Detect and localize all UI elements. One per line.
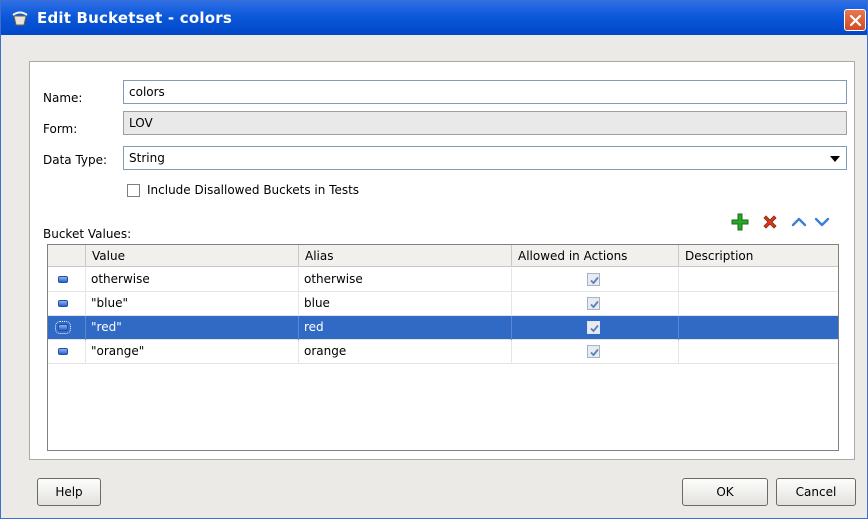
checkmark-icon: [590, 324, 599, 333]
form-field: LOV: [123, 111, 847, 135]
close-button[interactable]: [844, 9, 866, 31]
plus-icon[interactable]: [731, 213, 749, 231]
column-header-alias[interactable]: Alias: [299, 245, 512, 267]
dialog-window: Edit Bucketset - colors Name: colors For…: [0, 0, 868, 519]
table-header: Value Alias Allowed in Actions Descripti…: [48, 245, 838, 267]
allowed-checkbox[interactable]: [587, 345, 600, 358]
table-row-selected[interactable]: "red" red: [48, 316, 838, 340]
column-header-icon: [48, 245, 86, 267]
cell-alias[interactable]: blue: [299, 292, 512, 316]
include-disallowed-label: Include Disallowed Buckets in Tests: [147, 183, 360, 197]
name-label: Name:: [43, 91, 83, 105]
cancel-button[interactable]: Cancel: [776, 478, 856, 506]
bucket-row-icon: [58, 348, 68, 355]
datatype-value: String: [129, 151, 165, 165]
column-header-allowed[interactable]: Allowed in Actions: [512, 245, 679, 267]
cell-value[interactable]: "red": [86, 316, 299, 340]
allowed-checkbox[interactable]: [587, 321, 600, 334]
table-row[interactable]: "orange" orange: [48, 340, 838, 364]
bucket-row-icon: [58, 276, 68, 283]
checkmark-icon: [590, 348, 599, 357]
cell-description[interactable]: [679, 268, 838, 292]
chevron-down-icon[interactable]: [813, 213, 831, 231]
cell-description[interactable]: [679, 292, 838, 316]
cell-description[interactable]: [679, 340, 838, 364]
help-button[interactable]: Help: [37, 478, 101, 506]
allowed-checkbox[interactable]: [587, 273, 600, 286]
table-row[interactable]: "blue" blue: [48, 292, 838, 316]
include-disallowed-checkbox[interactable]: [127, 184, 140, 197]
checkmark-icon: [590, 300, 599, 309]
form-label: Form:: [43, 122, 78, 136]
cell-value[interactable]: "orange": [86, 340, 299, 364]
cell-value[interactable]: otherwise: [86, 268, 299, 292]
ok-button[interactable]: OK: [682, 478, 768, 506]
cell-description[interactable]: [679, 316, 838, 340]
bucket-row-icon: [58, 300, 68, 307]
checkmark-icon: [590, 276, 599, 285]
bucket-values-table: Value Alias Allowed in Actions Descripti…: [47, 244, 839, 451]
allowed-checkbox[interactable]: [587, 297, 600, 310]
cell-alias[interactable]: red: [299, 316, 512, 340]
datatype-select[interactable]: String: [123, 146, 847, 170]
bucket-values-label: Bucket Values:: [43, 227, 132, 241]
cell-value[interactable]: "blue": [86, 292, 299, 316]
cell-alias[interactable]: otherwise: [299, 268, 512, 292]
close-icon: [849, 14, 862, 27]
cell-alias[interactable]: orange: [299, 340, 512, 364]
delete-x-icon[interactable]: [761, 213, 779, 231]
column-header-value[interactable]: Value: [86, 245, 299, 267]
title-bar[interactable]: Edit Bucketset - colors: [1, 1, 867, 35]
dialog-title: Edit Bucketset - colors: [37, 9, 232, 27]
dropdown-arrow-icon: [830, 156, 840, 162]
chevron-up-icon[interactable]: [790, 213, 808, 231]
datatype-label: Data Type:: [43, 153, 108, 167]
bucketset-icon: [11, 10, 29, 26]
bucket-row-icon: [55, 321, 71, 334]
name-input[interactable]: colors: [123, 80, 847, 104]
table-row[interactable]: otherwise otherwise: [48, 268, 838, 292]
column-header-description[interactable]: Description: [679, 245, 838, 267]
